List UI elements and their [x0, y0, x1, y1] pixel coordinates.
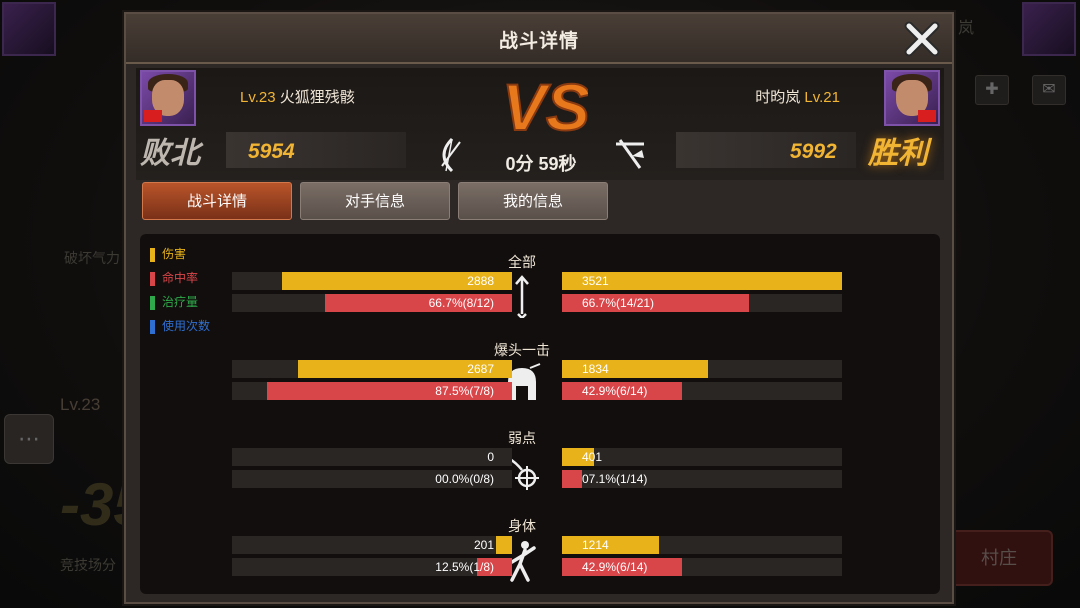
right-damage-bar: 401	[562, 448, 842, 466]
tab-opponent-info[interactable]: 对手信息	[300, 182, 450, 220]
right-player-name: 时昀岚	[755, 89, 801, 106]
right-damage-value: 1834	[582, 362, 609, 376]
left-accuracy-value: 87.5%(7/8)	[435, 384, 494, 398]
left-player-level: Lv.23	[240, 89, 276, 106]
right-damage-value: 3521	[582, 274, 609, 288]
right-damage-value: 401	[582, 450, 603, 464]
left-accuracy-value: 66.7%(8/12)	[428, 296, 494, 310]
right-player-level: Lv.21	[804, 89, 840, 106]
panel-titlebar: 战斗详情	[126, 14, 952, 64]
section-title: 全部	[508, 254, 536, 270]
right-accuracy-bar: 07.1%(1/14)	[562, 470, 842, 488]
right-accuracy-value: 42.9%(6/14)	[582, 384, 648, 398]
right-damage-bar: 3521	[562, 272, 842, 290]
right-accuracy-value: 66.7%(14/21)	[582, 296, 655, 310]
left-accuracy-bar: 00.0%(0/8)	[232, 470, 512, 488]
left-damage-fill	[496, 536, 512, 554]
bow-icon	[441, 137, 461, 173]
left-damage-value: 201	[473, 538, 494, 552]
battle-duration: 0分 59秒	[505, 154, 577, 174]
left-damage-bar: 201	[232, 536, 512, 554]
right-score: 5992	[790, 140, 837, 163]
right-player-avatar[interactable]	[884, 70, 940, 126]
right-player-info: 时昀岚 Lv.21	[755, 86, 840, 107]
right-accuracy-value: 07.1%(1/14)	[582, 472, 648, 486]
left-accuracy-bar: 12.5%(1/8)	[232, 558, 512, 576]
panel-title: 战斗详情	[498, 31, 579, 52]
left-player-avatar[interactable]	[140, 70, 196, 126]
tab-battle-details[interactable]: 战斗详情	[142, 182, 292, 220]
game-screen: -35 竞技场分 破坏气力 Lv.23 岚 ✚ ✉ ⋯ 村庄 战斗详情 Lv.2…	[0, 0, 1080, 608]
left-accuracy-value: 12.5%(1/8)	[435, 560, 494, 574]
left-damage-value: 0	[487, 450, 494, 464]
left-damage-bar: 2687	[232, 360, 512, 378]
left-damage-bar: 0	[232, 448, 512, 466]
right-damage-bar: 1214	[562, 536, 842, 554]
section-title: 弱点	[508, 430, 536, 446]
vs-label: VS	[502, 70, 588, 140]
right-accuracy-bar: 42.9%(6/14)	[562, 382, 842, 400]
left-damage-value: 2687	[467, 362, 494, 376]
left-accuracy-bar: 66.7%(8/12)	[232, 294, 512, 312]
battle-stats: 伤害 命中率 治疗量 使用次数 全部 2888 3521 66.7%(8/12) 66.…	[140, 234, 940, 594]
legend-healing: 治疗量	[150, 294, 198, 310]
right-damage-fill	[562, 536, 659, 554]
right-accuracy-value: 42.9%(6/14)	[582, 560, 648, 574]
legend-damage: 伤害	[150, 246, 186, 262]
left-accuracy-value: 00.0%(0/8)	[435, 472, 494, 486]
legend-accuracy: 命中率	[150, 270, 198, 286]
right-accuracy-fill	[562, 470, 582, 488]
right-result-label: 胜利	[868, 137, 928, 170]
section-title: 身体	[508, 518, 536, 534]
legend-uses: 使用次数	[150, 318, 210, 334]
section-title: 爆头一击	[494, 342, 550, 358]
left-damage-value: 2888	[467, 274, 494, 288]
battle-header: Lv.23 火狐狸残骸 败北 5954 VS 0分 59秒 5992 时昀岚 L…	[136, 68, 944, 180]
left-accuracy-bar: 87.5%(7/8)	[232, 382, 512, 400]
right-accuracy-bar: 66.7%(14/21)	[562, 294, 842, 312]
crossbow-icon	[616, 139, 644, 169]
right-damage-value: 1214	[582, 538, 609, 552]
left-player-info: Lv.23 火狐狸残骸	[240, 86, 355, 107]
left-player-name: 火狐狸残骸	[279, 89, 355, 106]
right-damage-bar: 1834	[562, 360, 842, 378]
tab-my-info[interactable]: 我的信息	[458, 182, 608, 220]
left-score: 5954	[248, 140, 295, 163]
left-result-label: 败北	[140, 137, 200, 170]
left-damage-bar: 2888	[232, 272, 512, 290]
right-accuracy-bar: 42.9%(6/14)	[562, 558, 842, 576]
close-icon[interactable]	[902, 20, 942, 58]
vs-emblem: VS	[501, 69, 588, 140]
battle-details-panel: 战斗详情 Lv.23 火狐狸残骸 败北 5954 VS 0分 59秒 5992 …	[124, 12, 954, 604]
